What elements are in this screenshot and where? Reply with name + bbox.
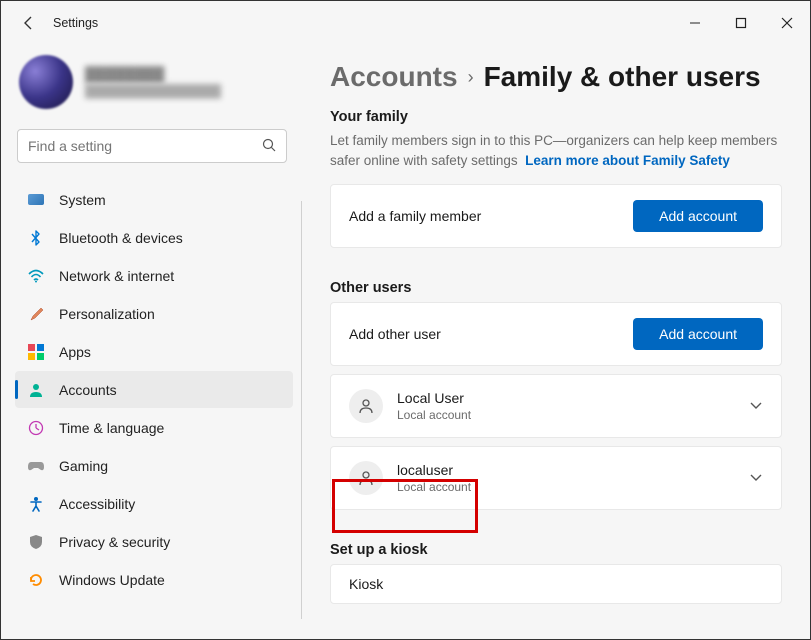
window-title: Settings xyxy=(53,16,98,30)
user-name: localuser xyxy=(397,462,723,478)
person-icon xyxy=(27,381,45,399)
family-desc: Let family members sign in to this PC—or… xyxy=(330,131,782,170)
minimize-button[interactable] xyxy=(672,8,718,38)
nav-privacy[interactable]: Privacy & security xyxy=(15,523,293,560)
user-row[interactable]: Local User Local account xyxy=(330,374,782,438)
profile-email: ████████████████ xyxy=(85,84,221,98)
nav-label: Windows Update xyxy=(59,572,165,588)
nav-accessibility[interactable]: Accessibility xyxy=(15,485,293,522)
maximize-button[interactable] xyxy=(718,8,764,38)
learn-more-link[interactable]: Learn more about Family Safety xyxy=(525,153,730,168)
breadcrumb-parent[interactable]: Accounts xyxy=(330,61,458,93)
nav-system[interactable]: System xyxy=(15,181,293,218)
search-icon xyxy=(262,138,276,155)
nav-label: Apps xyxy=(59,344,91,360)
add-family-card: Add a family member Add account xyxy=(330,184,782,248)
accessibility-icon xyxy=(27,495,45,513)
add-family-label: Add a family member xyxy=(349,208,633,224)
nav-apps[interactable]: Apps xyxy=(15,333,293,370)
content-area: Accounts › Family & other users Your fam… xyxy=(301,45,810,639)
profile-name: ████████ xyxy=(85,66,221,82)
user-type: Local account xyxy=(397,480,723,494)
avatar xyxy=(19,55,73,109)
chevron-down-icon xyxy=(737,470,763,486)
kiosk-heading: Set up a kiosk xyxy=(330,542,782,558)
nav-personalization[interactable]: Personalization xyxy=(15,295,293,332)
shield-icon xyxy=(27,533,45,551)
system-icon xyxy=(27,191,45,209)
user-name: Local User xyxy=(397,390,723,406)
family-heading: Your family xyxy=(330,109,782,125)
nav-time[interactable]: Time & language xyxy=(15,409,293,446)
bluetooth-icon xyxy=(27,229,45,247)
kiosk-label: Kiosk xyxy=(349,576,763,592)
sidebar: ████████ ████████████████ System Bluetoo… xyxy=(1,45,301,639)
nav-label: Personalization xyxy=(59,306,155,322)
user-avatar-icon xyxy=(349,461,383,495)
add-other-button[interactable]: Add account xyxy=(633,318,763,350)
back-button[interactable] xyxy=(15,9,43,37)
add-other-label: Add other user xyxy=(349,326,633,342)
nav-label: Gaming xyxy=(59,458,108,474)
nav-bluetooth[interactable]: Bluetooth & devices xyxy=(15,219,293,256)
nav-gaming[interactable]: Gaming xyxy=(15,447,293,484)
nav-label: Accessibility xyxy=(59,496,135,512)
chevron-down-icon xyxy=(737,398,763,414)
kiosk-card[interactable]: Kiosk xyxy=(330,564,782,604)
window-controls xyxy=(672,8,810,38)
wifi-icon xyxy=(27,267,45,285)
nav-label: Network & internet xyxy=(59,268,174,284)
breadcrumb-current: Family & other users xyxy=(484,61,761,93)
user-type: Local account xyxy=(397,408,723,422)
profile-header[interactable]: ████████ ████████████████ xyxy=(15,45,293,127)
add-other-card: Add other user Add account xyxy=(330,302,782,366)
nav-list: System Bluetooth & devices Network & int… xyxy=(15,181,293,598)
user-row[interactable]: localuser Local account xyxy=(330,446,782,510)
apps-icon xyxy=(27,343,45,361)
nav-label: Time & language xyxy=(59,420,164,436)
titlebar: Settings xyxy=(1,1,810,45)
gamepad-icon xyxy=(27,457,45,475)
nav-label: Privacy & security xyxy=(59,534,170,550)
other-users-heading: Other users xyxy=(330,280,782,296)
brush-icon xyxy=(27,305,45,323)
nav-network[interactable]: Network & internet xyxy=(15,257,293,294)
breadcrumb: Accounts › Family & other users xyxy=(330,61,782,93)
close-button[interactable] xyxy=(764,8,810,38)
nav-update[interactable]: Windows Update xyxy=(15,561,293,598)
user-avatar-icon xyxy=(349,389,383,423)
chevron-right-icon: › xyxy=(468,67,474,88)
add-family-button[interactable]: Add account xyxy=(633,200,763,232)
nav-label: Bluetooth & devices xyxy=(59,230,183,246)
globe-icon xyxy=(27,419,45,437)
update-icon xyxy=(27,571,45,589)
search-input[interactable] xyxy=(28,138,262,154)
nav-label: Accounts xyxy=(59,382,117,398)
search-box[interactable] xyxy=(17,129,287,163)
nav-accounts[interactable]: Accounts xyxy=(15,371,293,408)
nav-label: System xyxy=(59,192,106,208)
